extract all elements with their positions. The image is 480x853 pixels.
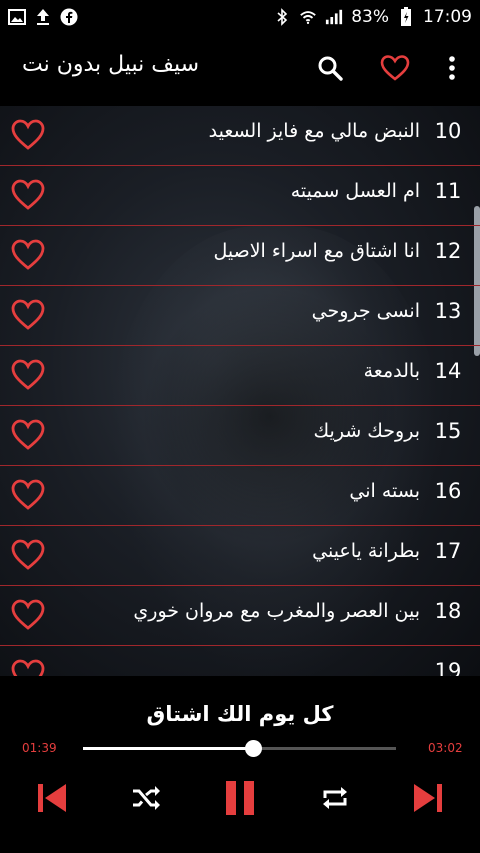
song-list[interactable]: النبض مالي مع فايز السعيد 10 ام العسل سم…	[0, 106, 480, 676]
bluetooth-icon	[273, 8, 291, 26]
heart-outline-icon[interactable]	[10, 298, 46, 332]
seek-progress	[83, 747, 254, 750]
song-title: بالدمعة	[363, 360, 420, 382]
list-item[interactable]: انا اشتاق مع اسراء الاصيل 12	[0, 226, 480, 286]
seek-thumb[interactable]	[244, 740, 262, 757]
app-bar: سيف نبيل بدون نت	[0, 34, 480, 106]
song-number: 13	[434, 299, 462, 323]
heart-outline-icon[interactable]	[10, 238, 46, 272]
now-playing-title: كل يوم الك اشتاق	[146, 702, 334, 726]
heart-icon	[380, 54, 410, 86]
song-title: بطرانة ياعيني	[312, 540, 420, 562]
current-time: 01:39	[22, 741, 57, 755]
heart-outline-icon[interactable]	[10, 658, 46, 676]
song-title: بسته اني	[349, 480, 420, 502]
list-item[interactable]: بسته اني 16	[0, 466, 480, 526]
heart-outline-icon[interactable]	[10, 538, 46, 572]
status-right: 83% 17:09	[273, 7, 472, 27]
song-number: 17	[434, 539, 462, 563]
pause-icon	[223, 779, 257, 821]
total-time: 03:02	[428, 741, 463, 755]
search-button[interactable]	[310, 50, 350, 90]
pause-button[interactable]	[222, 780, 258, 820]
heart-outline-icon[interactable]	[10, 358, 46, 392]
song-number: 18	[434, 599, 462, 623]
song-number: 19	[434, 659, 462, 676]
status-bar: 83% 17:09	[0, 0, 480, 34]
song-number: 10	[434, 119, 462, 143]
list-item[interactable]: النبض مالي مع فايز السعيد 10	[0, 106, 480, 166]
list-item[interactable]: بروحك شريك 15	[0, 406, 480, 466]
more-options-button[interactable]	[432, 50, 472, 90]
song-title: بروحك شريك	[313, 420, 420, 442]
song-number: 14	[434, 359, 462, 383]
now-playing-bar: كل يوم الك اشتاق 01:39 03:02	[0, 676, 480, 853]
song-number: 16	[434, 479, 462, 503]
clock: 17:09	[423, 7, 472, 27]
battery-percent: 83%	[351, 7, 389, 27]
list-item[interactable]: 19	[0, 646, 480, 676]
wifi-icon	[299, 8, 317, 26]
list-item[interactable]: بين العصر والمغرب مع مروان خوري 18	[0, 586, 480, 646]
repeat-icon	[321, 784, 349, 816]
repeat-button[interactable]	[318, 780, 352, 820]
image-icon	[8, 8, 26, 26]
song-title: ام العسل سميته	[290, 180, 420, 202]
status-left	[8, 8, 78, 26]
heart-outline-icon[interactable]	[10, 178, 46, 212]
battery-icon	[397, 7, 415, 26]
list-item[interactable]: بالدمعة 14	[0, 346, 480, 406]
song-number: 12	[434, 239, 462, 263]
upload-icon	[34, 8, 52, 26]
signal-icon	[325, 8, 343, 26]
shuffle-icon	[131, 785, 161, 815]
song-title: النبض مالي مع فايز السعيد	[208, 120, 420, 142]
list-item[interactable]: بطرانة ياعيني 17	[0, 526, 480, 586]
seek-bar[interactable]	[83, 740, 396, 757]
facebook-icon	[60, 8, 78, 26]
search-icon	[317, 55, 343, 85]
list-item[interactable]: ام العسل سميته 11	[0, 166, 480, 226]
favorites-button[interactable]	[375, 50, 415, 90]
heart-outline-icon[interactable]	[10, 418, 46, 452]
next-button[interactable]	[408, 780, 448, 820]
heart-outline-icon[interactable]	[10, 118, 46, 152]
shuffle-button[interactable]	[128, 780, 164, 820]
list-item[interactable]: انسى جروحي 13	[0, 286, 480, 346]
next-icon	[411, 781, 445, 819]
song-title: بين العصر والمغرب مع مروان خوري	[133, 600, 420, 622]
song-number: 15	[434, 419, 462, 443]
song-number: 11	[434, 179, 462, 203]
app-title: سيف نبيل بدون نت	[22, 52, 200, 77]
previous-button[interactable]	[32, 780, 72, 820]
more-vert-icon	[448, 55, 456, 85]
previous-icon	[35, 781, 69, 819]
song-title: انا اشتاق مع اسراء الاصيل	[213, 240, 420, 262]
song-title: انسى جروحي	[311, 300, 420, 322]
heart-outline-icon[interactable]	[10, 598, 46, 632]
heart-outline-icon[interactable]	[10, 478, 46, 512]
